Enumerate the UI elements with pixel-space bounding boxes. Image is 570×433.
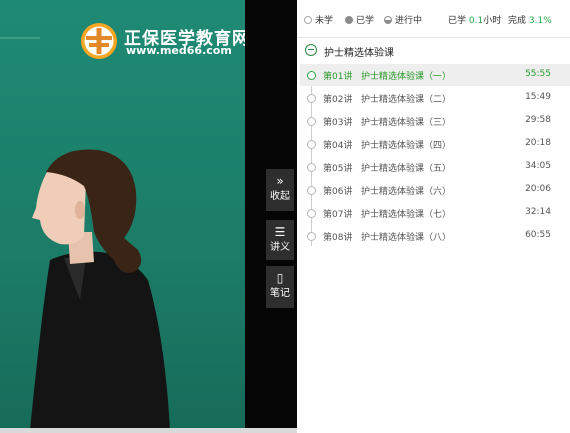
lesson-duration: 29:58 (525, 115, 551, 125)
lesson-name: 护士精选体验课（六） (361, 187, 452, 197)
empty-circle-icon (307, 94, 316, 103)
lesson-item[interactable]: 第02讲 护士精选体验课（二） 15:49 (300, 87, 570, 109)
double-chevron-right-icon: » (276, 174, 284, 188)
lesson-duration: 32:14 (525, 207, 551, 217)
notes-label: 笔记 (270, 288, 290, 299)
empty-circle-icon (307, 163, 316, 172)
video-player[interactable]: 正保医学教育网 www.med66.com (0, 0, 245, 428)
complete-prefix: 完成 (508, 16, 527, 26)
lesson-item[interactable]: 第05讲 护士精选体验课（五） 34:05 (300, 156, 570, 178)
lesson-name: 护士精选体验课（八） (361, 233, 452, 243)
lesson-name: 护士精选体验课（三） (361, 118, 452, 128)
in-progress-circle-icon (307, 71, 316, 80)
note-icon: ▯ (276, 271, 284, 285)
lesson-number: 第04讲 (323, 141, 353, 151)
empty-circle-icon (307, 232, 316, 241)
studied-prefix: 已学 (448, 16, 467, 26)
lesson-item[interactable]: 第07讲 护士精选体验课（七） 32:14 (300, 202, 570, 224)
handout-button[interactable]: ☰ 讲义 (266, 220, 294, 260)
empty-circle-icon (307, 140, 316, 149)
lesson-number: 第08讲 (323, 233, 353, 243)
completion-rate: 完成 3.1% (508, 13, 552, 27)
notes-button[interactable]: ▯ 笔记 (266, 266, 294, 308)
studied-value: 0.1 (468, 16, 484, 26)
legend-learned: 已学 (345, 13, 374, 27)
collapse-button[interactable]: » 收起 (266, 169, 294, 211)
complete-value: 3.1% (528, 16, 552, 26)
lesson-duration: 20:18 (525, 138, 551, 148)
half-circle-icon (384, 16, 392, 24)
side-toolbar: » 收起 ☰ 讲义 ▯ 笔记 (245, 0, 297, 428)
lesson-number: 第06讲 (323, 187, 353, 197)
lesson-name: 护士精选体验课（五） (361, 164, 452, 174)
collapse-minus-icon (305, 44, 317, 56)
lesson-duration: 55:55 (525, 69, 551, 79)
legend-in-progress-label: 进行中 (395, 16, 423, 26)
empty-circle-icon (307, 186, 316, 195)
empty-circle-icon (307, 117, 316, 126)
logo-url: www.med66.com (126, 44, 232, 57)
presenter-image (30, 149, 170, 428)
lesson-item[interactable]: 第01讲 护士精选体验课（一） 55:55 (300, 64, 570, 86)
lesson-duration: 34:05 (525, 161, 551, 171)
lesson-name: 护士精选体验课（七） (361, 210, 452, 220)
lesson-item[interactable]: 第04讲 护士精选体验课（四） 20:18 (300, 133, 570, 155)
lesson-duration: 60:55 (525, 230, 551, 240)
header-divider (297, 37, 570, 38)
lesson-item[interactable]: 第08讲 护士精选体验课（八） 60:55 (300, 225, 570, 247)
lesson-name: 护士精选体验课（一） (361, 72, 452, 82)
studied-unit: 小时 (483, 16, 502, 26)
list-icon: ☰ (274, 225, 286, 239)
course-title: 护士精选体验课 (324, 48, 394, 59)
lesson-item[interactable]: 第06讲 护士精选体验课（六） 20:06 (300, 179, 570, 201)
lesson-number: 第07讲 (323, 210, 353, 220)
lesson-number: 第02讲 (323, 95, 353, 105)
legend-in-progress: 进行中 (384, 13, 422, 27)
lesson-item[interactable]: 第03讲 护士精选体验课（三） 29:58 (300, 110, 570, 132)
med66-logo-icon (81, 23, 117, 59)
collapse-label: 收起 (270, 191, 290, 202)
lesson-name: 护士精选体验课（四） (361, 141, 452, 151)
lesson-name: 护士精选体验课（二） (361, 95, 452, 105)
filled-circle-icon (345, 16, 353, 24)
studied-hours: 已学 0.1小时 (448, 13, 501, 27)
lesson-number: 第03讲 (323, 118, 353, 128)
board-ledge (0, 37, 40, 39)
empty-circle-icon (307, 209, 316, 218)
empty-circle-icon (304, 16, 312, 24)
video-bottom-strip (0, 428, 297, 433)
legend-learned-label: 已学 (356, 16, 375, 26)
legend-unlearned: 未学 (304, 13, 333, 27)
lesson-duration: 15:49 (525, 92, 551, 102)
handout-label: 讲义 (270, 242, 290, 253)
lesson-number: 第01讲 (323, 72, 353, 82)
lesson-number: 第05讲 (323, 164, 353, 174)
legend-unlearned-label: 未学 (315, 16, 334, 26)
lesson-duration: 20:06 (525, 184, 551, 194)
